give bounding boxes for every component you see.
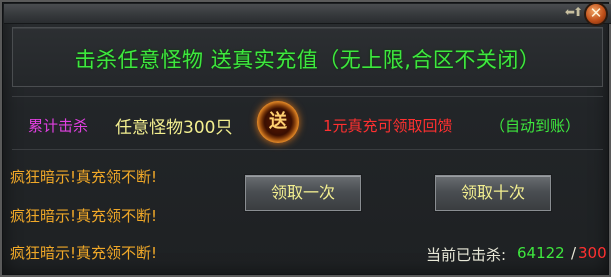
game-dialog: ⬅⬆ ✕ 击杀任意怪物 送真实充值（无上限,合区不关闭） 累计击杀 任意怪物30… [0, 0, 611, 277]
kill-progress-label: 当前已击杀: [426, 246, 507, 264]
kill-progress-current: 64122 [517, 244, 565, 262]
title-bar [4, 4, 611, 24]
send-badge-icon: 送 [257, 101, 299, 143]
claim-once-button[interactable]: 领取一次 [245, 175, 361, 211]
hint-text: 疯狂暗示!真充领不断! [10, 244, 158, 262]
claim-ten-button[interactable]: 领取十次 [435, 175, 551, 211]
close-button[interactable]: ✕ [584, 2, 608, 26]
event-title: 击杀任意怪物 送真实充值（无上限,合区不关闭） [74, 48, 541, 72]
task-row: 累计击杀 任意怪物300只 送 1元真充可领取回馈 （自动到账） [12, 96, 603, 150]
auto-credit-note: （自动到账） [490, 117, 581, 135]
hint-text: 疯狂暗示!真充领不断! [10, 168, 158, 186]
kill-progress-max: 300 [578, 244, 607, 262]
reward-text: 1元真充可领取回馈 [323, 117, 453, 135]
arrows-icon[interactable]: ⬅⬆ [565, 5, 583, 19]
kill-progress-separator: / [571, 244, 577, 262]
kill-count-label: 累计击杀 [28, 117, 89, 135]
title-panel: 击杀任意怪物 送真实充值（无上限,合区不关闭） [12, 27, 603, 87]
kill-target: 任意怪物300只 [115, 118, 233, 138]
hint-text: 疯狂暗示!真充领不断! [10, 207, 158, 225]
